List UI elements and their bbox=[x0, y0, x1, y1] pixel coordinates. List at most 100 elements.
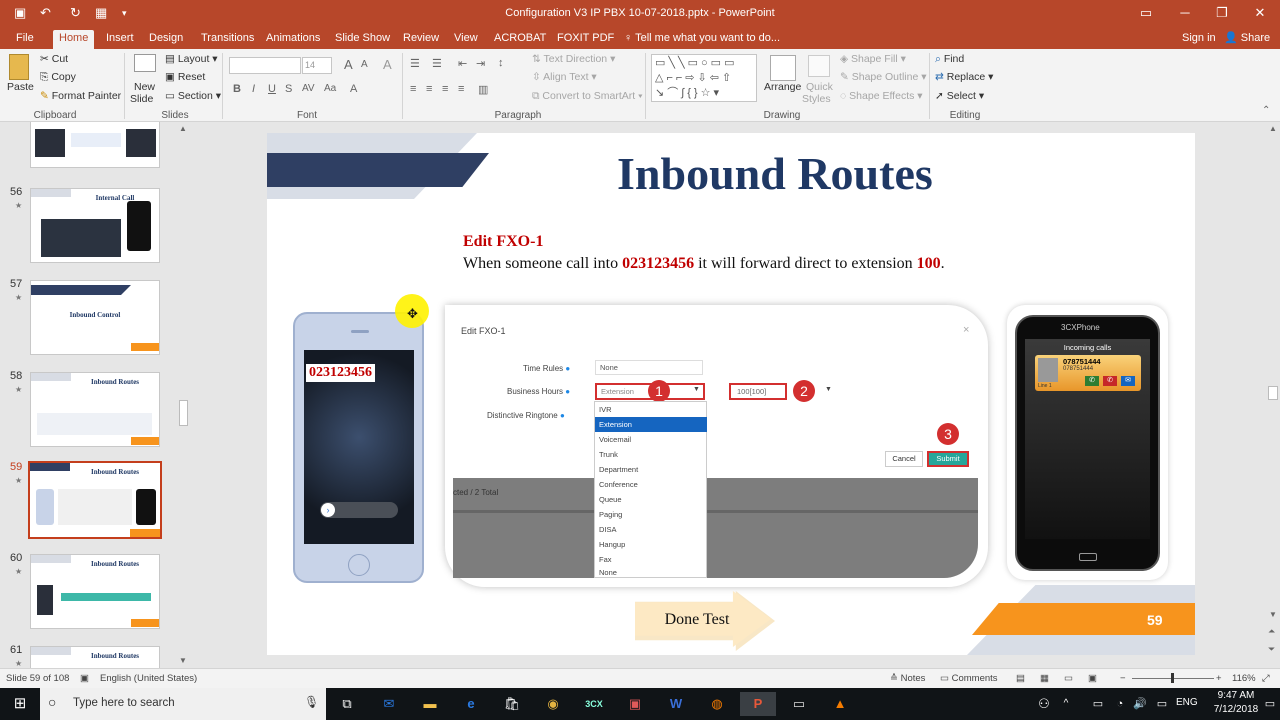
font-color-icon[interactable]: A bbox=[350, 83, 357, 95]
reject-call-icon[interactable]: ✆ bbox=[1103, 376, 1117, 386]
close-icon[interactable]: × bbox=[963, 324, 969, 336]
tab-view[interactable]: View bbox=[448, 30, 484, 49]
gift-icon[interactable]: ▣ bbox=[617, 692, 653, 716]
dropdown-caret-icon[interactable]: ▼ bbox=[693, 386, 700, 393]
clock-date[interactable]: 7/12/2018 bbox=[1210, 704, 1262, 715]
slide-thumbnail-58[interactable]: Inbound Routes bbox=[30, 372, 160, 447]
windows-start-icon[interactable]: ⊞ bbox=[2, 692, 38, 716]
change-case-icon[interactable]: Aa bbox=[324, 83, 336, 94]
scroll-up-icon[interactable]: ▲ bbox=[179, 124, 187, 133]
slide-thumbnail-59[interactable]: Inbound Routes bbox=[28, 461, 162, 539]
reading-view-icon[interactable]: ▭ bbox=[1064, 673, 1073, 684]
scroll-up-icon[interactable]: ▲ bbox=[1269, 124, 1277, 133]
new-slide-button[interactable]: New bbox=[134, 81, 155, 93]
chrome-icon[interactable]: ◉ bbox=[535, 692, 571, 716]
text-direction-button[interactable]: ⇅ Text Direction ▾ bbox=[532, 53, 615, 65]
extension-select[interactable]: 100[100] bbox=[729, 383, 787, 400]
format-painter-button[interactable]: ✎ Format Painter bbox=[40, 90, 121, 102]
word-icon[interactable]: W bbox=[658, 692, 694, 716]
dropdown-option[interactable]: Department bbox=[595, 462, 707, 477]
clear-formatting-icon[interactable]: A bbox=[383, 57, 392, 72]
section-button[interactable]: ▭ Section ▾ bbox=[165, 90, 221, 102]
zoom-in-icon[interactable]: + bbox=[1216, 673, 1222, 684]
quick-styles-icon[interactable] bbox=[808, 55, 830, 77]
tray-overflow-icon[interactable]: ^ bbox=[1058, 692, 1074, 716]
notifications-icon[interactable]: ▭ bbox=[1262, 692, 1278, 716]
italic-icon[interactable]: I bbox=[252, 83, 255, 95]
slide-canvas[interactable]: Inbound Routes Edit FXO-1 When someone c… bbox=[267, 133, 1195, 655]
tab-design[interactable]: Design bbox=[143, 30, 189, 49]
vlc-icon[interactable]: ▲ bbox=[822, 692, 858, 716]
time-rules-select[interactable]: None bbox=[595, 360, 703, 375]
volume-icon[interactable]: 🔊 bbox=[1130, 692, 1150, 716]
decrease-indent-icon[interactable]: ⇤ bbox=[458, 57, 467, 70]
new-slide-icon[interactable] bbox=[134, 54, 156, 72]
previous-slide-icon[interactable]: ⏶ bbox=[1268, 626, 1275, 637]
zoom-slider-thumb[interactable] bbox=[1171, 673, 1174, 683]
align-right-icon[interactable]: ≡ bbox=[442, 83, 448, 95]
quick-styles-button-2[interactable]: Styles bbox=[802, 93, 831, 105]
dropdown-option[interactable]: Paging bbox=[595, 507, 707, 522]
slide-thumbnail-57[interactable]: Inbound Control bbox=[30, 280, 160, 355]
slide-thumbnail-55[interactable] bbox=[30, 122, 160, 168]
store-icon[interactable]: 🛍 bbox=[494, 692, 530, 716]
sign-in-link[interactable]: Sign in bbox=[1176, 30, 1222, 49]
battery-icon[interactable]: ▭ bbox=[1088, 692, 1108, 716]
shape-outline-button[interactable]: ✎ Shape Outline ▾ bbox=[840, 71, 927, 83]
reset-button[interactable]: ▣ Reset bbox=[165, 71, 205, 83]
taskbar-search-box[interactable]: ○ Type here to search 🎙 bbox=[40, 688, 326, 720]
fit-to-window-icon[interactable]: ⤢ bbox=[1262, 673, 1270, 684]
slide-scroll-thumb[interactable] bbox=[1268, 386, 1278, 400]
char-spacing-icon[interactable]: AV bbox=[302, 83, 315, 94]
arrange-button[interactable]: Arrange bbox=[764, 81, 801, 93]
select-button[interactable]: ➚ Select ▾ bbox=[935, 90, 984, 102]
people-icon[interactable]: ⚇ bbox=[1032, 692, 1056, 716]
arrange-icon[interactable] bbox=[770, 55, 796, 81]
tab-acrobat[interactable]: ACROBAT bbox=[488, 30, 552, 49]
columns-icon[interactable]: ▥ bbox=[478, 83, 488, 96]
dropdown-option[interactable]: Queue bbox=[595, 492, 707, 507]
align-center-icon[interactable]: ≡ bbox=[426, 83, 432, 95]
dropdown-option[interactable]: IVR bbox=[595, 402, 707, 417]
cut-button[interactable]: ✂ Cut bbox=[40, 53, 68, 65]
slide-sorter-icon[interactable]: ▦ bbox=[1040, 673, 1049, 684]
language-status[interactable]: English (United States) bbox=[100, 673, 197, 684]
tell-me-box[interactable]: ♀ Tell me what you want to do... bbox=[618, 30, 786, 49]
file-explorer-icon[interactable]: ▬ bbox=[412, 692, 448, 716]
increase-indent-icon[interactable]: ⇥ bbox=[476, 57, 485, 70]
answer-call-icon[interactable]: ✆ bbox=[1085, 376, 1099, 386]
firefox-icon[interactable]: ◍ bbox=[699, 692, 735, 716]
close-button[interactable]: ✕ bbox=[1245, 3, 1275, 23]
zoom-level[interactable]: 116% bbox=[1232, 673, 1256, 684]
edge-icon[interactable]: e bbox=[453, 692, 489, 716]
dropdown-caret-icon[interactable]: ▼ bbox=[825, 386, 832, 393]
message-icon[interactable]: ✉ bbox=[1121, 376, 1135, 386]
slide-thumbnail-56[interactable]: Internal Call bbox=[30, 188, 160, 263]
clock-time[interactable]: 9:47 AM bbox=[1210, 690, 1262, 701]
tablet-icon[interactable]: ▭ bbox=[1152, 692, 1172, 716]
dropdown-option[interactable]: Conference bbox=[595, 477, 707, 492]
tab-transitions[interactable]: Transitions bbox=[195, 30, 260, 49]
font-name-field[interactable] bbox=[229, 57, 301, 74]
outlook-icon[interactable]: ✉ bbox=[371, 692, 407, 716]
find-button[interactable]: ⌕ Find bbox=[935, 53, 964, 66]
bold-icon[interactable]: B bbox=[233, 83, 241, 95]
underline-icon[interactable]: U bbox=[268, 83, 276, 95]
dropdown-option[interactable]: Fax bbox=[595, 552, 707, 567]
slide-thumbnail-60[interactable]: Inbound Routes bbox=[30, 554, 160, 629]
microphone-icon[interactable]: 🎙 bbox=[304, 695, 319, 709]
normal-view-icon[interactable]: ▤ bbox=[1016, 673, 1025, 684]
font-size-field[interactable]: 14 bbox=[302, 57, 332, 74]
share-button[interactable]: 👤 Share bbox=[1218, 30, 1276, 49]
tab-review[interactable]: Review bbox=[397, 30, 445, 49]
scroll-down-icon[interactable]: ▼ bbox=[1269, 610, 1277, 619]
dropdown-option[interactable]: Hangup bbox=[595, 537, 707, 552]
next-slide-icon[interactable]: ⏷ bbox=[1268, 644, 1275, 655]
cancel-button[interactable]: Cancel bbox=[885, 451, 923, 467]
align-text-button[interactable]: ⇳ Align Text ▾ bbox=[532, 71, 597, 83]
slide-scrollbar[interactable]: ▲ ▼ ⏶ ⏷ bbox=[1266, 122, 1280, 668]
tab-foxit-pdf[interactable]: FOXIT PDF bbox=[551, 30, 620, 49]
grow-font-icon[interactable]: A bbox=[344, 57, 353, 72]
terminal-icon[interactable]: ▭ bbox=[781, 692, 817, 716]
tab-file[interactable]: File bbox=[10, 30, 40, 49]
